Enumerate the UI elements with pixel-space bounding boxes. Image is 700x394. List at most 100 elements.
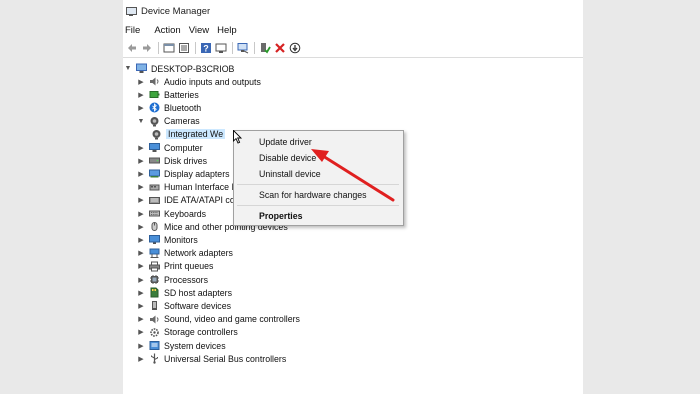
menu-bar: File Action View Help — [123, 23, 583, 37]
menu-action[interactable]: Action — [152, 25, 186, 36]
tree-category-item[interactable]: ▶ Network adapters — [136, 247, 233, 260]
printer-icon — [149, 261, 160, 272]
chevron-right-icon[interactable]: ▶ — [136, 182, 146, 192]
help-icon[interactable]: ? — [199, 42, 212, 55]
chevron-right-icon[interactable]: ▶ — [136, 90, 146, 100]
chevron-right-icon[interactable]: ▶ — [136, 248, 146, 258]
tree-category-item[interactable]: ▶ Computer — [136, 141, 202, 154]
tree-category-item[interactable]: ▶ Universal Serial Bus controllers — [136, 352, 286, 365]
update-driver-menu-item[interactable]: Update driver — [259, 137, 312, 147]
chevron-right-icon[interactable]: ▶ — [136, 222, 146, 232]
chevron-right-icon[interactable]: ▶ — [136, 275, 146, 285]
tree-category-item[interactable]: ▶ Print queues — [136, 260, 213, 273]
chevron-right-icon[interactable]: ▶ — [136, 327, 146, 337]
chevron-right-icon[interactable]: ▶ — [136, 288, 146, 298]
menu-separator — [237, 184, 399, 185]
device-view-icon[interactable] — [214, 42, 227, 55]
processor-icon — [149, 274, 160, 285]
toolbar-separator — [195, 42, 196, 54]
tree-item-label: SD host adapters — [164, 287, 232, 298]
tree-root[interactable]: ▼ DESKTOP-B3CRIOB — [123, 62, 234, 75]
chevron-right-icon[interactable]: ▶ — [136, 261, 146, 271]
tree-item-label: System devices — [164, 340, 226, 351]
svg-text:?: ? — [203, 44, 209, 54]
tree-category-item[interactable]: ▶ Keyboards — [136, 207, 206, 220]
enable-device-icon[interactable] — [258, 42, 271, 55]
update-driver-icon[interactable] — [288, 42, 301, 55]
chevron-right-icon[interactable]: ▶ — [136, 195, 146, 205]
disable-device-menu-item[interactable]: Disable device — [259, 153, 316, 163]
tree-item-label: Integrated We — [166, 129, 226, 140]
tree-category-item[interactable]: ▶ Disk drives — [136, 154, 207, 167]
computer-icon — [149, 142, 160, 153]
bluetooth-icon — [149, 102, 160, 113]
tree-root-label: DESKTOP-B3CRIOB — [151, 63, 235, 74]
storage-icon — [149, 327, 160, 338]
disk-icon — [149, 155, 160, 166]
monitor-icon — [149, 234, 160, 245]
tree-item-label: Processors — [164, 274, 208, 285]
tree-item-label: Bluetooth — [164, 102, 202, 113]
device-manager-window: Device Manager File Action View Help ? ▼… — [123, 0, 583, 394]
tree-category-item[interactable]: ▶ SD host adapters — [136, 286, 232, 299]
tree-category-item[interactable]: ▶ Audio inputs and outputs — [136, 75, 261, 88]
tree-item-label: Software devices — [164, 300, 231, 311]
tree-category-item[interactable]: ▶ Sound, video and game controllers — [136, 313, 300, 326]
scan-hardware-menu-item[interactable]: Scan for hardware changes — [259, 190, 367, 200]
tree-category-item[interactable]: ▶ IDE ATA/ATAPI cor — [136, 194, 237, 207]
menu-separator — [237, 205, 399, 206]
tree-category-item[interactable]: ▶ Storage controllers — [136, 326, 238, 339]
list-view-icon[interactable] — [177, 42, 190, 55]
scan-hardware-icon[interactable] — [236, 42, 249, 55]
tree-item-label: Sound, video and game controllers — [164, 314, 300, 325]
network-icon — [149, 248, 160, 259]
menu-file[interactable]: File — [123, 25, 146, 36]
tree-category-item[interactable]: ▶ Software devices — [136, 299, 231, 312]
tree-item-label: Display adapters — [164, 168, 230, 179]
usb-icon — [149, 353, 160, 364]
tree-category-item[interactable]: ▶ Bluetooth — [136, 101, 201, 114]
tree-child-item[interactable]: Integrated We — [151, 128, 226, 141]
tree-category-item[interactable]: ▶ Monitors — [136, 233, 197, 246]
properties-pane-icon[interactable] — [162, 42, 175, 55]
sd-icon — [149, 287, 160, 298]
mouse-cursor-icon — [233, 130, 243, 144]
chevron-right-icon[interactable]: ▶ — [136, 103, 146, 113]
tree-item-label: Cameras — [164, 116, 200, 127]
tree-item-label: Universal Serial Bus controllers — [164, 353, 287, 364]
properties-menu-item[interactable]: Properties — [259, 211, 303, 221]
uninstall-device-menu-item[interactable]: Uninstall device — [259, 169, 321, 179]
hid-icon — [149, 182, 160, 193]
computer-root-icon — [136, 63, 147, 74]
mouse-icon — [149, 221, 160, 232]
window-title: Device Manager — [141, 5, 211, 17]
chevron-right-icon[interactable]: ▶ — [136, 341, 146, 351]
tree-category-item[interactable]: ▶ Display adapters — [136, 167, 230, 180]
back-icon[interactable] — [125, 42, 138, 55]
battery-icon — [149, 89, 160, 100]
tree-category-item[interactable]: ▶ Batteries — [136, 88, 198, 101]
chevron-right-icon[interactable]: ▶ — [136, 143, 146, 153]
chevron-right-icon[interactable]: ▶ — [136, 209, 146, 219]
chevron-right-icon[interactable]: ▶ — [136, 235, 146, 245]
tree-item-label: Network adapters — [164, 248, 233, 259]
chevron-right-icon[interactable]: ▶ — [136, 314, 146, 324]
tree-category-item[interactable]: ▶ Processors — [136, 273, 208, 286]
chevron-right-icon[interactable]: ▶ — [136, 301, 146, 311]
chevron-right-icon[interactable]: ▶ — [136, 354, 146, 364]
tree-category-item[interactable]: ▶ System devices — [136, 339, 226, 352]
device-manager-icon — [126, 6, 137, 16]
menu-view[interactable]: View — [187, 25, 215, 36]
chevron-right-icon[interactable]: ▶ — [136, 77, 146, 87]
tree-category-item[interactable]: ▼ Cameras — [136, 115, 200, 128]
chevron-right-icon[interactable]: ▶ — [136, 156, 146, 166]
tree-item-label: Audio inputs and outputs — [164, 76, 261, 87]
tree-category-item[interactable]: ▶ Human Interface I — [136, 181, 234, 194]
forward-icon[interactable] — [140, 42, 153, 55]
toolbar-separator — [254, 42, 255, 54]
uninstall-icon[interactable] — [273, 42, 286, 55]
menu-help[interactable]: Help — [215, 25, 243, 36]
chevron-down-icon[interactable]: ▼ — [123, 64, 133, 74]
chevron-right-icon[interactable]: ▶ — [136, 169, 146, 179]
chevron-down-icon[interactable]: ▼ — [136, 116, 146, 126]
